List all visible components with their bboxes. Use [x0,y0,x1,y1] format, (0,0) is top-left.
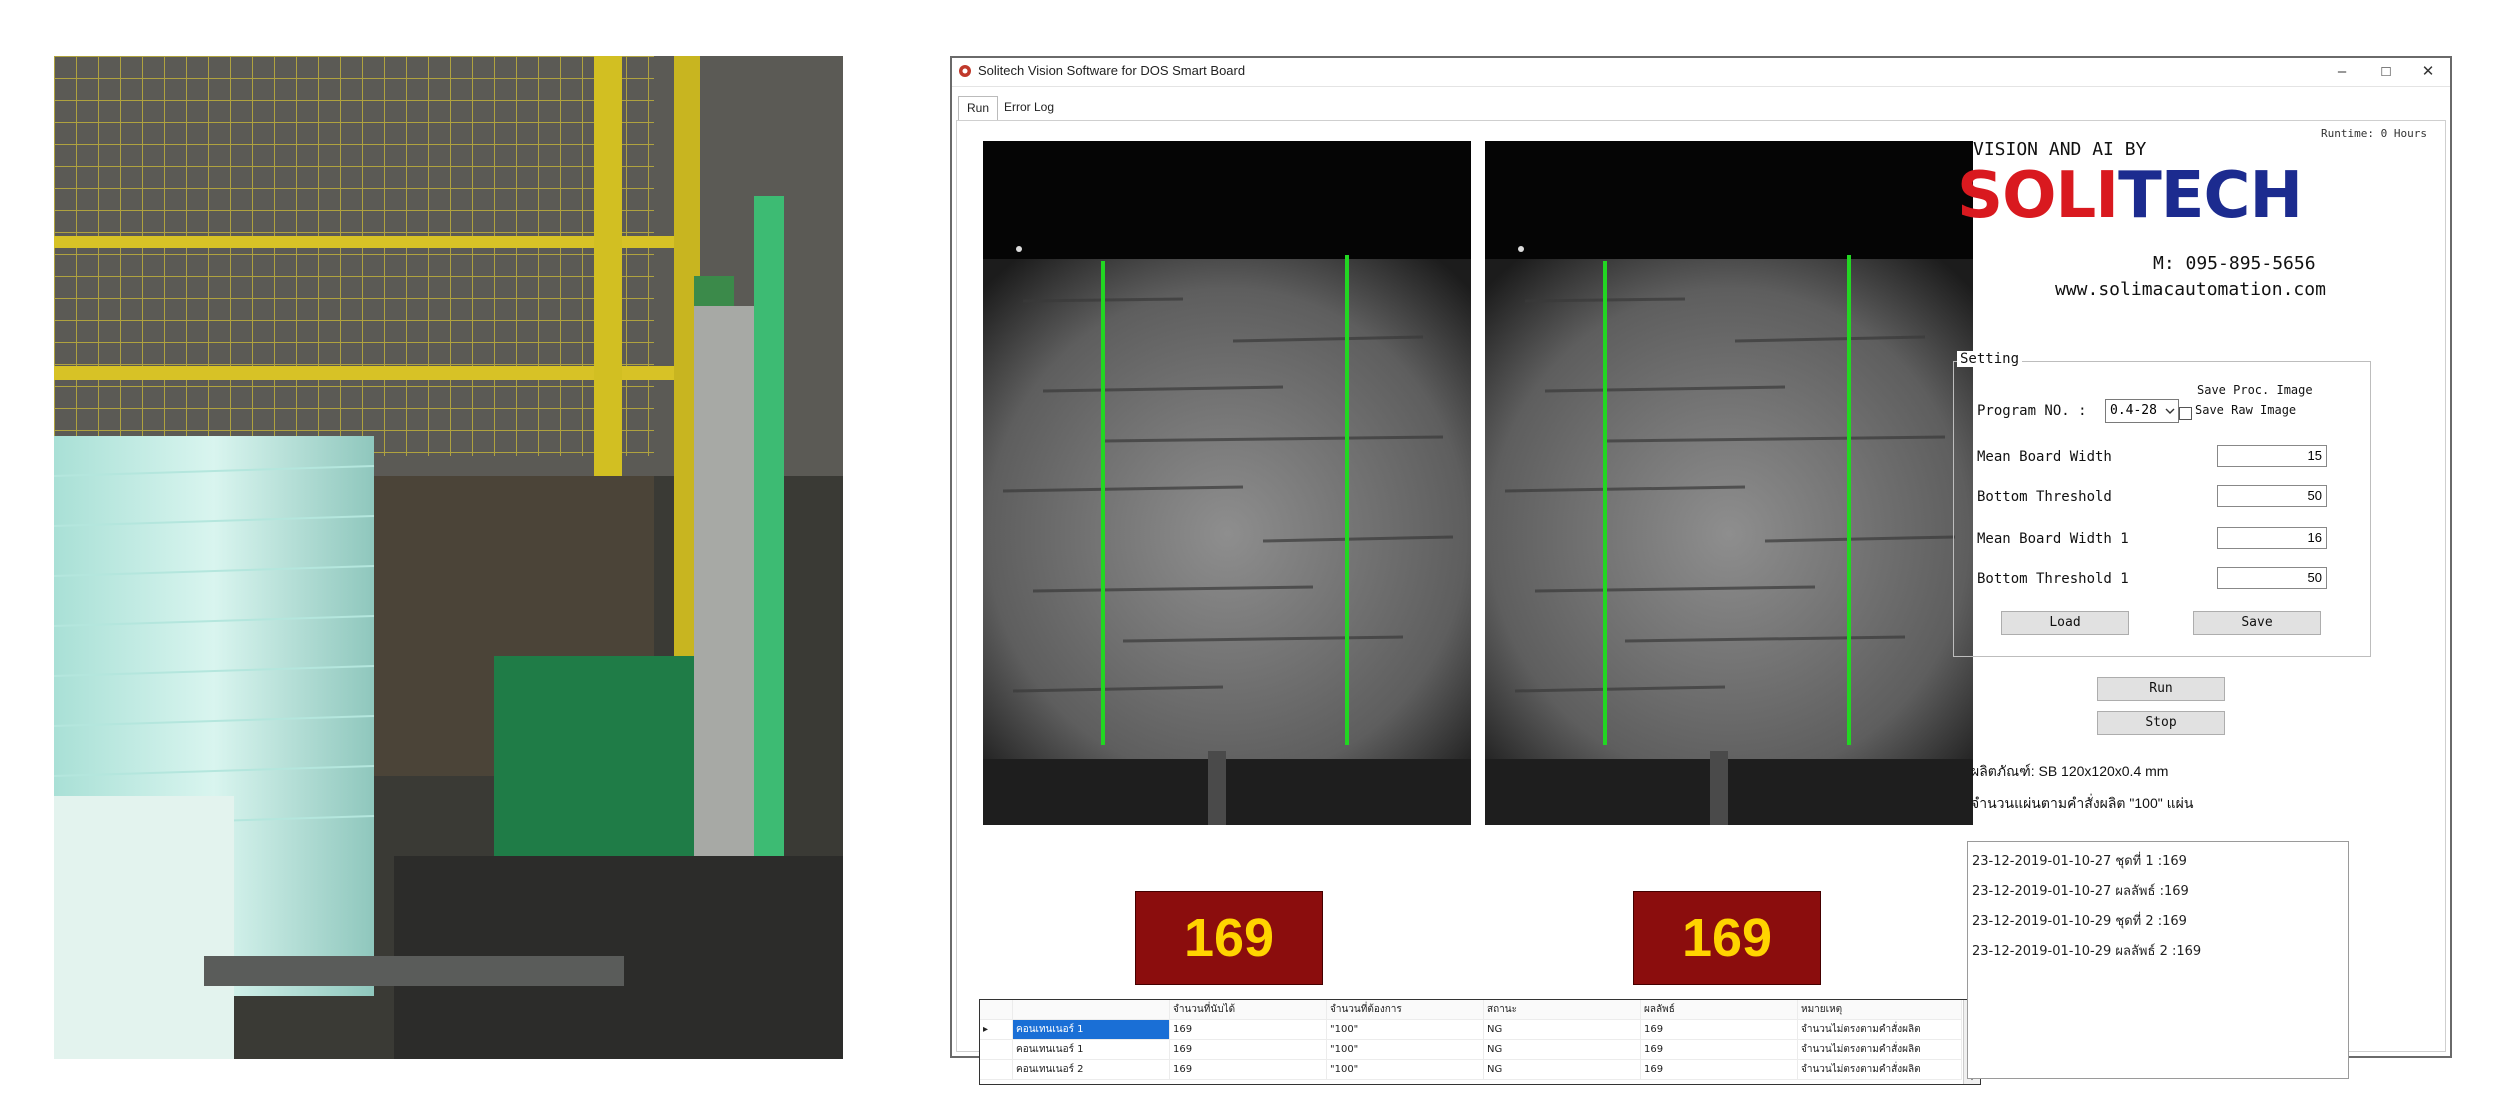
save-button[interactable]: Save [2193,611,2321,635]
brand-tagline: VISION AND AI BY [1973,139,2147,160]
grid-cell[interactable]: 169 [1640,1059,1798,1080]
grid-cell[interactable]: 169 [1169,1059,1327,1080]
table-row[interactable]: คอนเทนเนอร์ 1 169 "100" NG 169 จำนวนไม่ต… [980,1039,1962,1060]
runtime-label: Runtime: 0 Hours [2321,127,2427,140]
grid-cell[interactable]: คอนเทนเนอร์ 1 [1012,1019,1170,1040]
grid-cell[interactable]: 169 [1640,1019,1798,1040]
list-item: 23-12-2019-01-10-29 ชุดที่ 2 :169 [1972,914,2187,929]
solitech-logo: SOLITECH [1957,159,2303,233]
settings-group-title: Setting [1957,351,2023,367]
mean-board-width-1-label: Mean Board Width 1 [1977,531,2129,547]
app-window: Solitech Vision Software for DOS Smart B… [950,56,2452,1085]
minimize-button[interactable]: – [2322,59,2362,85]
app-icon [959,65,971,77]
program-select[interactable]: 0.4-28 [2105,399,2179,423]
row-indicator: ▸ [980,1019,1013,1040]
grid-cell[interactable]: 169 [1640,1039,1798,1060]
brand-website: www.solimacautomation.com [2055,279,2326,300]
camera-image-1 [983,141,1471,825]
table-row[interactable]: คอนเทนเนอร์ 2 169 "100" NG 169 จำนวนไม่ต… [980,1059,1962,1080]
grid-header-cell: จำนวนที่นับได้ [1169,1000,1327,1020]
grid-header-cell: จำนวนที่ต้องการ [1326,1000,1484,1020]
grid-cell[interactable]: จำนวนไม่ตรงตามคำสั่งผลิต [1797,1039,1962,1060]
bottom-threshold-1-label: Bottom Threshold 1 [1977,571,2129,587]
grid-cell[interactable]: "100" [1326,1059,1484,1080]
run-panel: Runtime: 0 Hours 169 169 จำนวนที่นับได้ … [956,120,2446,1085]
grid-cell[interactable]: NG [1483,1039,1641,1060]
photo-illustration [54,56,843,1059]
counter-2: 169 [1633,891,1821,985]
grid-header-cell: สถานะ [1483,1000,1641,1020]
row-indicator [980,1059,1013,1080]
brand-phone: M: 095-895-5656 [2153,253,2316,274]
grid-cell[interactable]: NG [1483,1019,1641,1040]
program-select-value: 0.4-28 [2110,403,2157,418]
grid-header-cell: หมายเหตุ [1797,1000,1962,1020]
table-row[interactable]: ▸ คอนเทนเนอร์ 1 169 "100" NG 169 จำนวนไม… [980,1019,1962,1040]
grid-cell[interactable]: คอนเทนเนอร์ 1 [1012,1039,1170,1060]
tab-strip: Run Error Log [952,96,2450,121]
mean-board-width-1-input[interactable]: 16 [2217,527,2327,549]
grid-cell[interactable]: "100" [1326,1039,1484,1060]
grid-cell[interactable]: 169 [1169,1039,1327,1060]
expected-count-info: จำนวนแผ่นตามคำสั่งผลิต "100" แผ่น [1971,795,2194,811]
save-raw-image-checkbox[interactable] [2179,407,2192,420]
event-log-list[interactable]: 23-12-2019-01-10-27 ชุดที่ 1 :169 23-12-… [1967,841,2349,1079]
row-indicator [980,1039,1013,1060]
grid-cell[interactable]: จำนวนไม่ตรงตามคำสั่งผลิต [1797,1019,1962,1040]
bottom-threshold-label: Bottom Threshold [1977,489,2112,505]
save-raw-image-label: Save Raw Image [2195,403,2297,417]
grid-header-cell: ผลลัพธ์ [1640,1000,1798,1020]
close-button[interactable]: ✕ [2408,59,2448,85]
counter-1: 169 [1135,891,1323,985]
grid-header-cell [1012,1000,1170,1020]
list-item: 23-12-2019-01-10-27 ชุดที่ 1 :169 [1972,854,2187,869]
grid-cell[interactable]: จำนวนไม่ตรงตามคำสั่งผลิต [1797,1059,1962,1080]
mean-board-width-label: Mean Board Width [1977,449,2112,465]
results-grid[interactable]: จำนวนที่นับได้ จำนวนที่ต้องการ สถานะ ผลล… [979,999,1981,1085]
grid-header-cell [980,1000,1013,1020]
grid-cell[interactable]: "100" [1326,1019,1484,1040]
run-button[interactable]: Run [2097,677,2225,701]
grid-cell[interactable]: 169 [1169,1019,1327,1040]
results-table: จำนวนที่นับได้ จำนวนที่ต้องการ สถานะ ผลล… [980,1000,1962,1080]
stop-button[interactable]: Stop [2097,711,2225,735]
product-info: ผลิตภัณฑ์: SB 120x120x0.4 mm [1971,763,2169,779]
bottom-threshold-1-input[interactable]: 50 [2217,567,2327,589]
camera-view-2 [1485,141,1973,825]
maximize-button[interactable]: □ [2366,59,2406,85]
tab-error-log[interactable]: Error Log [996,96,1062,118]
tab-run[interactable]: Run [958,96,999,121]
mean-board-width-input[interactable]: 15 [2217,445,2327,467]
list-item: 23-12-2019-01-10-29 ผลลัพธ์ 2 :169 [1972,944,2202,959]
factory-photo [54,56,843,1059]
load-button[interactable]: Load [2001,611,2129,635]
title-bar: Solitech Vision Software for DOS Smart B… [952,58,2450,87]
window-title: Solitech Vision Software for DOS Smart B… [978,63,1246,78]
bottom-threshold-input[interactable]: 50 [2217,485,2327,507]
logo-blue-part: TECH [2118,159,2303,233]
camera-image-2 [1485,141,1973,825]
camera-view-1 [983,141,1471,825]
grid-header-row: จำนวนที่นับได้ จำนวนที่ต้องการ สถานะ ผลล… [980,1000,1962,1020]
program-label: Program NO. : [1977,403,2087,419]
list-item: 23-12-2019-01-10-27 ผลลัพธ์ :169 [1972,884,2189,899]
grid-cell[interactable]: คอนเทนเนอร์ 2 [1012,1059,1170,1080]
save-proc-image-label: Save Proc. Image [2197,383,2313,397]
grid-cell[interactable]: NG [1483,1059,1641,1080]
logo-red-part: SOLI [1957,159,2119,233]
chevron-down-icon [2165,408,2175,414]
